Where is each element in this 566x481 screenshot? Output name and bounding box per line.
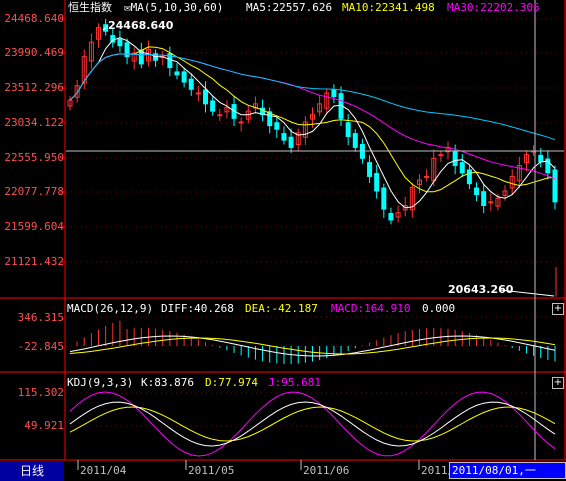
candle-body [438,154,444,157]
price-axis-label-2: 23512.296 [4,81,64,94]
candle-body [274,122,280,130]
ma-icon: ✉ [124,1,131,14]
candle-body [174,71,180,76]
kdj-axis-top: 115.302 [17,386,64,399]
price-axis-label-6: 21599.604 [4,220,64,233]
macd-extra: 0.000 [422,302,456,315]
candle-body [117,38,123,47]
ma10-value: MA10:22341.498 [342,1,435,14]
price-axis-label-0: 24468.640 [4,12,64,25]
candle-body [352,133,358,148]
expand-kdj-button[interactable]: + [552,377,564,389]
kdj-d-line [69,406,556,442]
candle-body [367,162,373,177]
candle-body [552,169,558,203]
month-label-jun: 2011/06 [303,464,350,477]
macd-diff: DIFF:40.268 [161,302,234,315]
kdj-title[interactable]: KDJ(9,3,3) [67,376,133,390]
macd-dea: DEA:-42.187 [245,302,318,315]
candle-body [481,191,487,206]
expand-macd-button[interactable]: + [552,303,564,315]
kdj-j: J:95.681 [268,376,321,389]
month-label-apr: 2011/04 [80,464,127,477]
macd-value: MACD:164.910 [331,302,411,315]
kdj-d: D:77.974 [205,376,258,389]
candle-body [452,151,458,167]
candle-body [488,201,494,204]
candle-body [217,114,223,117]
period-button-label: 日线 [19,464,44,478]
macd-title[interactable]: MACD(26,12,9) [67,302,153,316]
candle-body [466,169,472,185]
chart-canvas[interactable] [0,0,566,481]
candle-body [424,175,430,178]
macd-axis-top: 346.315 [17,311,64,324]
candle-body [381,187,387,210]
candle-body [238,121,244,124]
ma5-value: MA5:22557.626 [246,1,333,14]
candle-body [210,100,216,112]
candle-body [388,212,394,221]
candle-body [331,89,337,98]
index-name: 恒生指数 [68,1,112,14]
macd-axis-mid: -22.845 [17,340,64,353]
price-axis-label-3: 23034.122 [4,116,64,129]
month-label-may: 2011/05 [188,464,235,477]
price-axis-label-1: 23990.469 [4,46,64,59]
ma30-value: MA30:22202.305 [447,1,540,14]
cursor-date: 2011/08/01,一 [452,464,536,477]
low-price-annotation: 20643.260 [448,283,514,296]
ma-params-label[interactable]: ✉MA(5,10,30,60) [124,1,223,15]
high-price-annotation: 24468.640 [108,19,174,32]
price-axis-label-4: 22555.950 [4,151,64,164]
candle-body [345,122,351,138]
cursor-date-box: 2011/08/01,一 [449,462,566,479]
candle-body [188,78,194,90]
candle-body [374,173,380,192]
candle-body [459,162,465,174]
candle-body [195,92,201,95]
candle-body [474,187,480,196]
price-axis-label-7: 21121.432 [4,255,64,268]
kdj-k: K:83.876 [141,376,194,389]
candle-body [538,154,544,163]
candle-body [181,71,187,83]
kdj-j-line [69,391,556,457]
stock-chart-window: 恒生指数 ✉MA(5,10,30,60) MA5:22557.626 MA10:… [0,0,566,481]
candle-body [281,133,287,141]
candle-body [288,136,294,148]
period-button[interactable]: 日线 [0,461,64,481]
candle-body [203,89,209,105]
kdj-axis-mid: 49.921 [24,419,64,432]
price-axis-label-5: 22077.778 [4,185,64,198]
